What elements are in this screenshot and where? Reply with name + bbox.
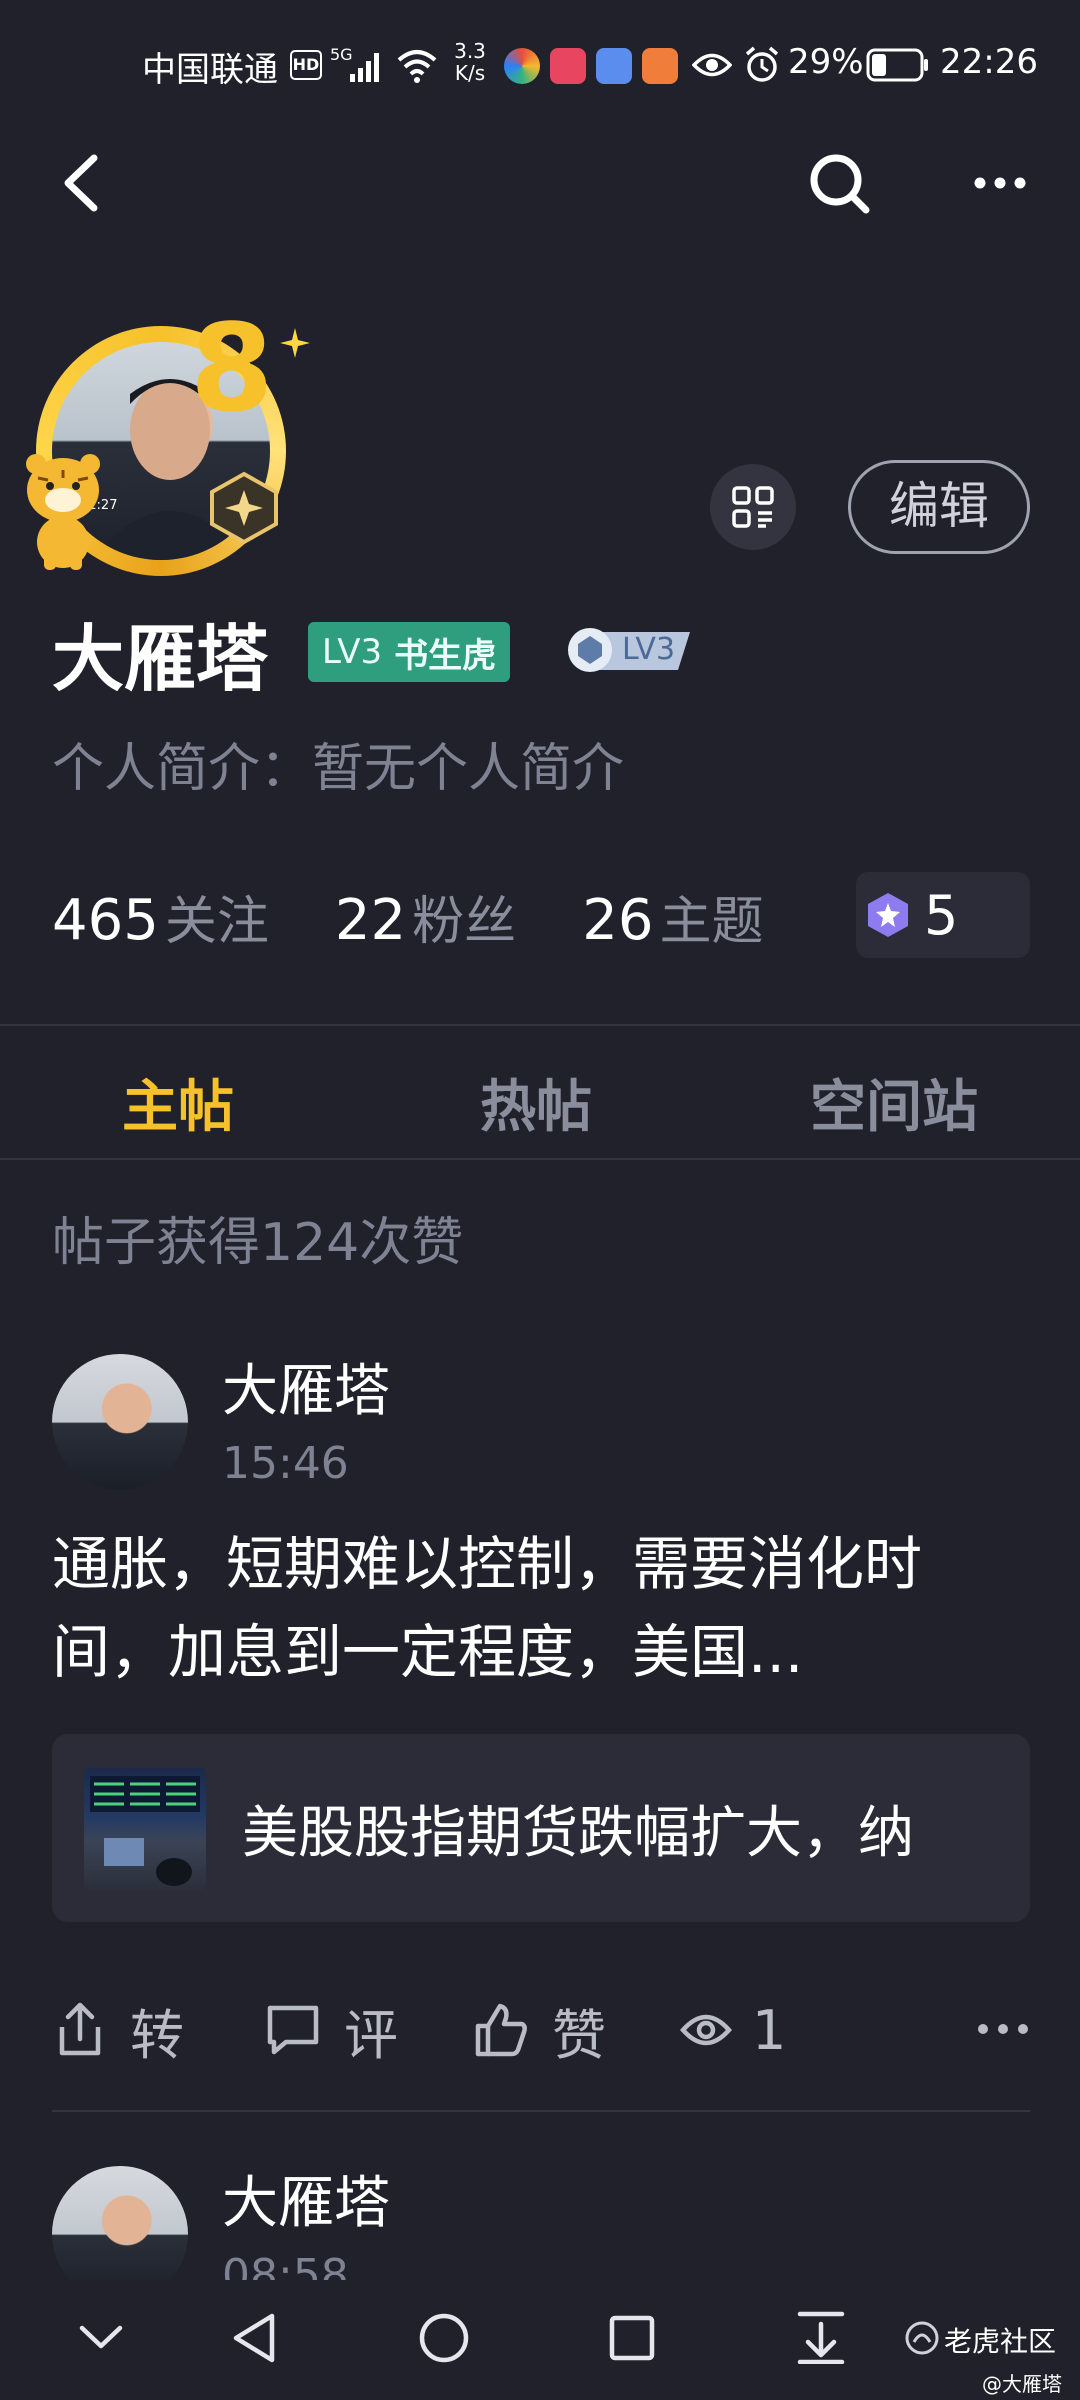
clock: 22:26 bbox=[940, 42, 1038, 82]
watermark-brand: 老虎社区 bbox=[943, 2325, 1056, 2358]
post-time: 15:46 bbox=[222, 1438, 349, 1489]
followers-label: 粉丝 bbox=[412, 891, 517, 952]
linked-article-card[interactable]: 美股股指期货跌幅扩大，纳 bbox=[52, 1734, 1030, 1922]
level-code: LV3 bbox=[322, 632, 383, 672]
wifi-icon bbox=[397, 50, 437, 83]
home-nav-icon[interactable] bbox=[418, 2312, 470, 2364]
comment-button[interactable]: 评 bbox=[264, 1990, 398, 2070]
search-icon[interactable] bbox=[806, 150, 872, 216]
profile-bio: 个人简介：暂无个人简介 bbox=[52, 739, 625, 799]
post-author-name[interactable]: 大雁塔 bbox=[222, 2158, 390, 2239]
back-nav-icon[interactable] bbox=[230, 2312, 278, 2364]
likes-summary: 帖子获得124次赞 bbox=[52, 1213, 464, 1273]
level-badge[interactable]: LV3 书生虎 bbox=[308, 622, 511, 682]
health-app-icon bbox=[642, 48, 678, 84]
profile-name: 大雁塔 bbox=[52, 617, 269, 701]
alarm-icon bbox=[745, 46, 779, 82]
like-label: 赞 bbox=[552, 2003, 606, 2067]
level-title: 书生虎 bbox=[394, 635, 497, 676]
divider bbox=[0, 1158, 1080, 1160]
share-icon bbox=[59, 2002, 101, 2056]
divider bbox=[52, 2110, 1030, 2112]
following-count: 465 bbox=[52, 887, 159, 953]
post-time: 08:58 bbox=[222, 2250, 349, 2280]
anniversary-8-badge: 8 bbox=[190, 300, 274, 439]
hd-icon: HD bbox=[290, 50, 322, 80]
music-app-icon bbox=[596, 48, 632, 84]
article-title: 美股股指期货跌幅扩大，纳 bbox=[242, 1801, 914, 1866]
recents-nav-icon[interactable] bbox=[608, 2314, 656, 2362]
followers-stat[interactable]: 22 粉丝 bbox=[335, 879, 516, 954]
coin-count: 5 bbox=[924, 883, 959, 947]
app-icon-a bbox=[504, 48, 540, 84]
share-label: 转 bbox=[130, 2003, 184, 2067]
vip-level-badge[interactable]: LV3 bbox=[566, 624, 694, 676]
app-icon-b bbox=[550, 48, 586, 84]
tiger-community-logo-icon bbox=[905, 2321, 939, 2355]
edit-profile-button[interactable]: 编辑 bbox=[848, 460, 1030, 554]
followers-count: 22 bbox=[334, 887, 407, 953]
share-button[interactable]: 转 bbox=[52, 1990, 184, 2070]
back-icon[interactable] bbox=[56, 150, 106, 216]
post-body[interactable]: 通胀，短期难以控制，需要消化时间，加息到一定程度，美国... bbox=[52, 1520, 1032, 1696]
status-bar: 中国联通 HD 5G 3.3 K/s 29% 22:26 bbox=[0, 0, 1080, 130]
like-button[interactable]: 赞 bbox=[472, 1990, 606, 2070]
profile-tabs: 主帖 热帖 空间站 bbox=[0, 1026, 1080, 1158]
tab-space-station[interactable]: 空间站 bbox=[810, 1062, 978, 1143]
download-tray-icon[interactable] bbox=[796, 2310, 846, 2364]
topics-stat[interactable]: 26 主题 bbox=[582, 879, 763, 954]
views-label: 1 bbox=[752, 1998, 787, 2062]
profile-avatar[interactable]: 11:27 8 bbox=[18, 310, 318, 580]
following-label: 关注 bbox=[164, 891, 269, 952]
topics-label: 主题 bbox=[659, 891, 764, 952]
tiger-mascot-icon bbox=[26, 454, 100, 570]
vip-level-text: LV3 bbox=[622, 632, 676, 667]
eye-icon bbox=[680, 2014, 732, 2046]
gem-icon bbox=[868, 893, 908, 937]
sparkle-icon bbox=[280, 328, 310, 358]
coin-balance[interactable]: 5 bbox=[856, 872, 1030, 958]
topics-count: 26 bbox=[582, 887, 654, 953]
battery-percent: 29% bbox=[788, 42, 864, 82]
signal-icon bbox=[350, 53, 379, 82]
post-author-avatar[interactable] bbox=[52, 1354, 188, 1490]
chevron-down-icon[interactable] bbox=[78, 2322, 124, 2352]
tab-main-posts[interactable]: 主帖 bbox=[122, 1062, 234, 1143]
comment-label: 评 bbox=[344, 2003, 398, 2067]
post-more-icon[interactable] bbox=[976, 2020, 1030, 2038]
post-author-name[interactable]: 大雁塔 bbox=[222, 1346, 390, 1427]
network-speed: 3.3 K/s bbox=[454, 39, 486, 85]
more-icon[interactable] bbox=[972, 172, 1028, 194]
tab-hot-posts[interactable]: 热帖 bbox=[480, 1062, 592, 1143]
system-nav-bar: 老虎社区 @大雁塔 bbox=[0, 2280, 1080, 2400]
hexagon-badge-icon bbox=[210, 471, 278, 545]
following-stat[interactable]: 465 关注 bbox=[52, 879, 269, 954]
thumbs-up-icon bbox=[475, 2003, 527, 2057]
watermark-user: @大雁塔 bbox=[982, 2372, 1062, 2396]
qr-code-icon bbox=[732, 486, 774, 528]
eye-icon bbox=[692, 53, 732, 77]
post-author-avatar[interactable] bbox=[52, 2166, 188, 2280]
battery-icon bbox=[866, 48, 928, 82]
views-count: 1 bbox=[680, 1990, 786, 2070]
article-thumbnail bbox=[84, 1768, 206, 1890]
qr-code-button[interactable] bbox=[710, 464, 796, 550]
carrier-name: 中国联通 bbox=[142, 50, 278, 90]
comment-icon bbox=[267, 2005, 319, 2055]
post-item: 大雁塔 08:58 bbox=[0, 2150, 1080, 2280]
post-actions: 转 评 赞 1 bbox=[52, 1990, 1030, 2070]
profile-stats: 465 关注 22 粉丝 26 主题 bbox=[52, 874, 829, 958]
